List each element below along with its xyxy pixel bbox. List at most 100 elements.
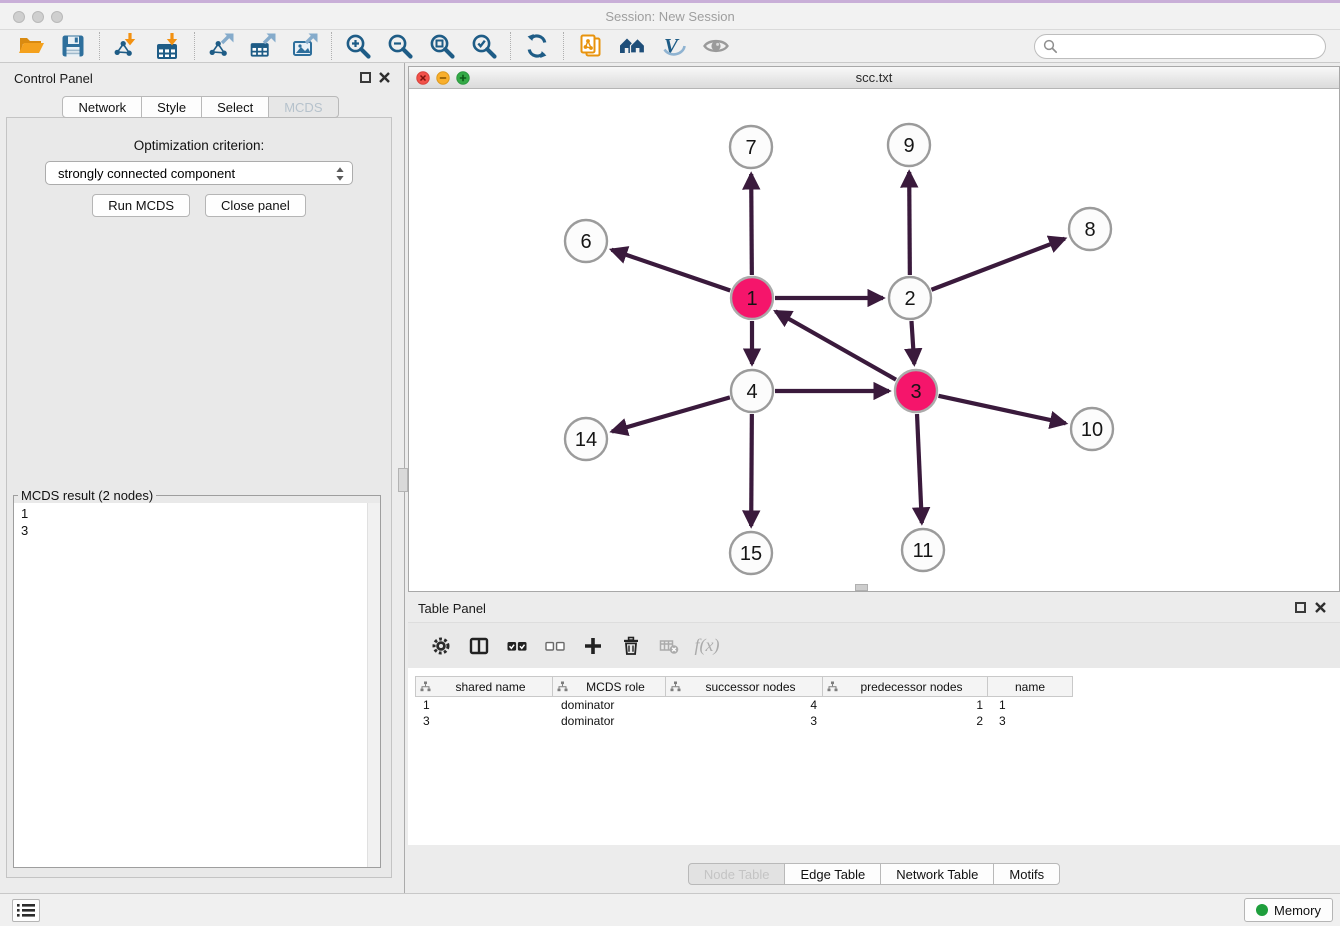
column-hierarchy-icon xyxy=(557,681,568,692)
graph-node-10[interactable]: 10 xyxy=(1071,408,1113,450)
task-history-button[interactable] xyxy=(12,899,40,922)
graph-node-8[interactable]: 8 xyxy=(1069,208,1111,250)
columns-view-icon[interactable] xyxy=(460,628,498,664)
tab-node-table[interactable]: Node Table xyxy=(688,863,786,885)
graph-edge-1-6[interactable] xyxy=(612,250,731,291)
table-cell[interactable]: 1 xyxy=(825,697,991,713)
table-toolbar: f(x) xyxy=(408,622,1340,668)
zoom-out-icon[interactable] xyxy=(379,31,421,61)
svg-text:7: 7 xyxy=(745,137,756,159)
tab-style[interactable]: Style xyxy=(141,96,202,118)
column-header-successor-nodes[interactable]: successor nodes xyxy=(665,676,823,697)
select-all-checkboxes-icon[interactable] xyxy=(498,628,536,664)
graph-node-4[interactable]: 4 xyxy=(731,370,773,412)
close-table-panel-icon[interactable] xyxy=(1314,601,1327,614)
import-table-icon[interactable] xyxy=(147,31,189,61)
table-cell[interactable]: 3 xyxy=(991,713,1077,729)
column-header-predecessor-nodes[interactable]: predecessor nodes xyxy=(822,676,988,697)
table-row[interactable]: 1dominator411 xyxy=(415,697,1077,713)
graph-edge-1-7[interactable] xyxy=(751,174,752,275)
search-input[interactable] xyxy=(1034,34,1326,59)
network-window-titlebar[interactable]: scc.txt xyxy=(409,67,1339,89)
zoom-in-icon[interactable] xyxy=(337,31,379,61)
graph-node-3[interactable]: 3 xyxy=(895,370,937,412)
toolbar-group: V xyxy=(569,31,737,61)
graph-edge-2-3[interactable] xyxy=(911,321,914,364)
tab-select[interactable]: Select xyxy=(201,96,269,118)
criterion-dropdown[interactable]: strongly connected component xyxy=(45,161,353,185)
tab-motifs[interactable]: Motifs xyxy=(993,863,1060,885)
horizontal-splitter-grip[interactable] xyxy=(855,584,868,591)
open-session-icon[interactable] xyxy=(10,31,52,61)
float-panel-icon[interactable] xyxy=(360,72,371,83)
save-session-icon[interactable] xyxy=(52,31,94,61)
network-canvas[interactable]: 1 2 3 4 6 7 8 9 10 11 14 15 xyxy=(409,89,1339,591)
graph-edge-4-14[interactable] xyxy=(612,397,730,431)
graph-edge-3-11[interactable] xyxy=(917,414,922,523)
graph-edge-3-1[interactable] xyxy=(775,311,896,379)
column-hierarchy-icon xyxy=(420,681,431,692)
graph-node-1[interactable]: 1 xyxy=(731,277,773,319)
hide-panel-icon[interactable] xyxy=(695,31,737,61)
table-cell[interactable]: 3 xyxy=(667,713,825,729)
table-panel-tabs: Node TableEdge TableNetwork TableMotifs xyxy=(408,863,1340,885)
mcds-result-title: MCDS result (2 nodes) xyxy=(18,488,156,503)
svg-text:3: 3 xyxy=(910,381,921,403)
graph-node-7[interactable]: 7 xyxy=(730,126,772,168)
panel-divider-grip[interactable] xyxy=(398,468,408,492)
export-table-icon[interactable] xyxy=(242,31,284,61)
toolbar-group xyxy=(200,31,326,61)
tab-edge-table[interactable]: Edge Table xyxy=(784,863,881,885)
table-cell[interactable]: dominator xyxy=(553,697,667,713)
graph-edge-2-8[interactable] xyxy=(931,239,1064,290)
memory-button[interactable]: Memory xyxy=(1244,898,1333,922)
table-cell[interactable]: 4 xyxy=(667,697,825,713)
export-image-icon[interactable] xyxy=(284,31,326,61)
add-row-icon[interactable] xyxy=(574,628,612,664)
clone-network-icon[interactable] xyxy=(569,31,611,61)
close-panel-icon[interactable] xyxy=(378,71,391,84)
control-panel: Control Panel NetworkStyleSelectMCDS Opt… xyxy=(0,63,401,893)
column-header-label: name xyxy=(992,680,1068,694)
refresh-view-icon[interactable] xyxy=(516,31,558,61)
table-cell[interactable]: 2 xyxy=(825,713,991,729)
column-header-name[interactable]: name xyxy=(987,676,1073,697)
column-header-MCDS-role[interactable]: MCDS role xyxy=(552,676,666,697)
graph-node-9[interactable]: 9 xyxy=(888,124,930,166)
tab-network[interactable]: Network xyxy=(62,96,142,118)
zoom-selected-icon[interactable] xyxy=(463,31,505,61)
graph-node-2[interactable]: 2 xyxy=(889,277,931,319)
graph-edge-4-15[interactable] xyxy=(751,414,752,526)
toolbar-group xyxy=(105,31,189,61)
table-cell[interactable]: 3 xyxy=(415,713,553,729)
toolbar-separator xyxy=(194,32,195,60)
vizmapper-icon[interactable]: V xyxy=(653,31,695,61)
svg-text:15: 15 xyxy=(740,543,762,565)
delete-rows-icon[interactable] xyxy=(612,628,650,664)
table-cell[interactable]: dominator xyxy=(553,713,667,729)
deselect-all-checkboxes-icon[interactable] xyxy=(536,628,574,664)
close-panel-button[interactable]: Close panel xyxy=(205,194,306,217)
tab-mcds[interactable]: MCDS xyxy=(268,96,338,118)
table-cell[interactable]: 1 xyxy=(415,697,553,713)
graph-edge-3-10[interactable] xyxy=(938,396,1065,423)
import-network-icon[interactable] xyxy=(105,31,147,61)
session-home-icon[interactable] xyxy=(611,31,653,61)
graph-node-11[interactable]: 11 xyxy=(902,529,944,571)
table-cell[interactable]: 1 xyxy=(991,697,1077,713)
graph-node-14[interactable]: 14 xyxy=(565,418,607,460)
table-row[interactable]: 3dominator323 xyxy=(415,713,1077,729)
zoom-fit-icon[interactable] xyxy=(421,31,463,61)
table-settings-icon[interactable] xyxy=(422,628,460,664)
float-table-panel-icon[interactable] xyxy=(1295,602,1306,613)
tab-network-table[interactable]: Network Table xyxy=(880,863,994,885)
graph-node-6[interactable]: 6 xyxy=(565,220,607,262)
export-network-icon[interactable] xyxy=(200,31,242,61)
graph-edge-2-9[interactable] xyxy=(909,172,910,275)
column-header-shared-name[interactable]: shared name xyxy=(415,676,553,697)
svg-text:4: 4 xyxy=(746,381,757,403)
run-mcds-button[interactable]: Run MCDS xyxy=(92,194,190,217)
column-header-label: predecessor nodes xyxy=(840,680,983,694)
result-scrollbar[interactable] xyxy=(367,503,380,867)
graph-node-15[interactable]: 15 xyxy=(730,532,772,574)
